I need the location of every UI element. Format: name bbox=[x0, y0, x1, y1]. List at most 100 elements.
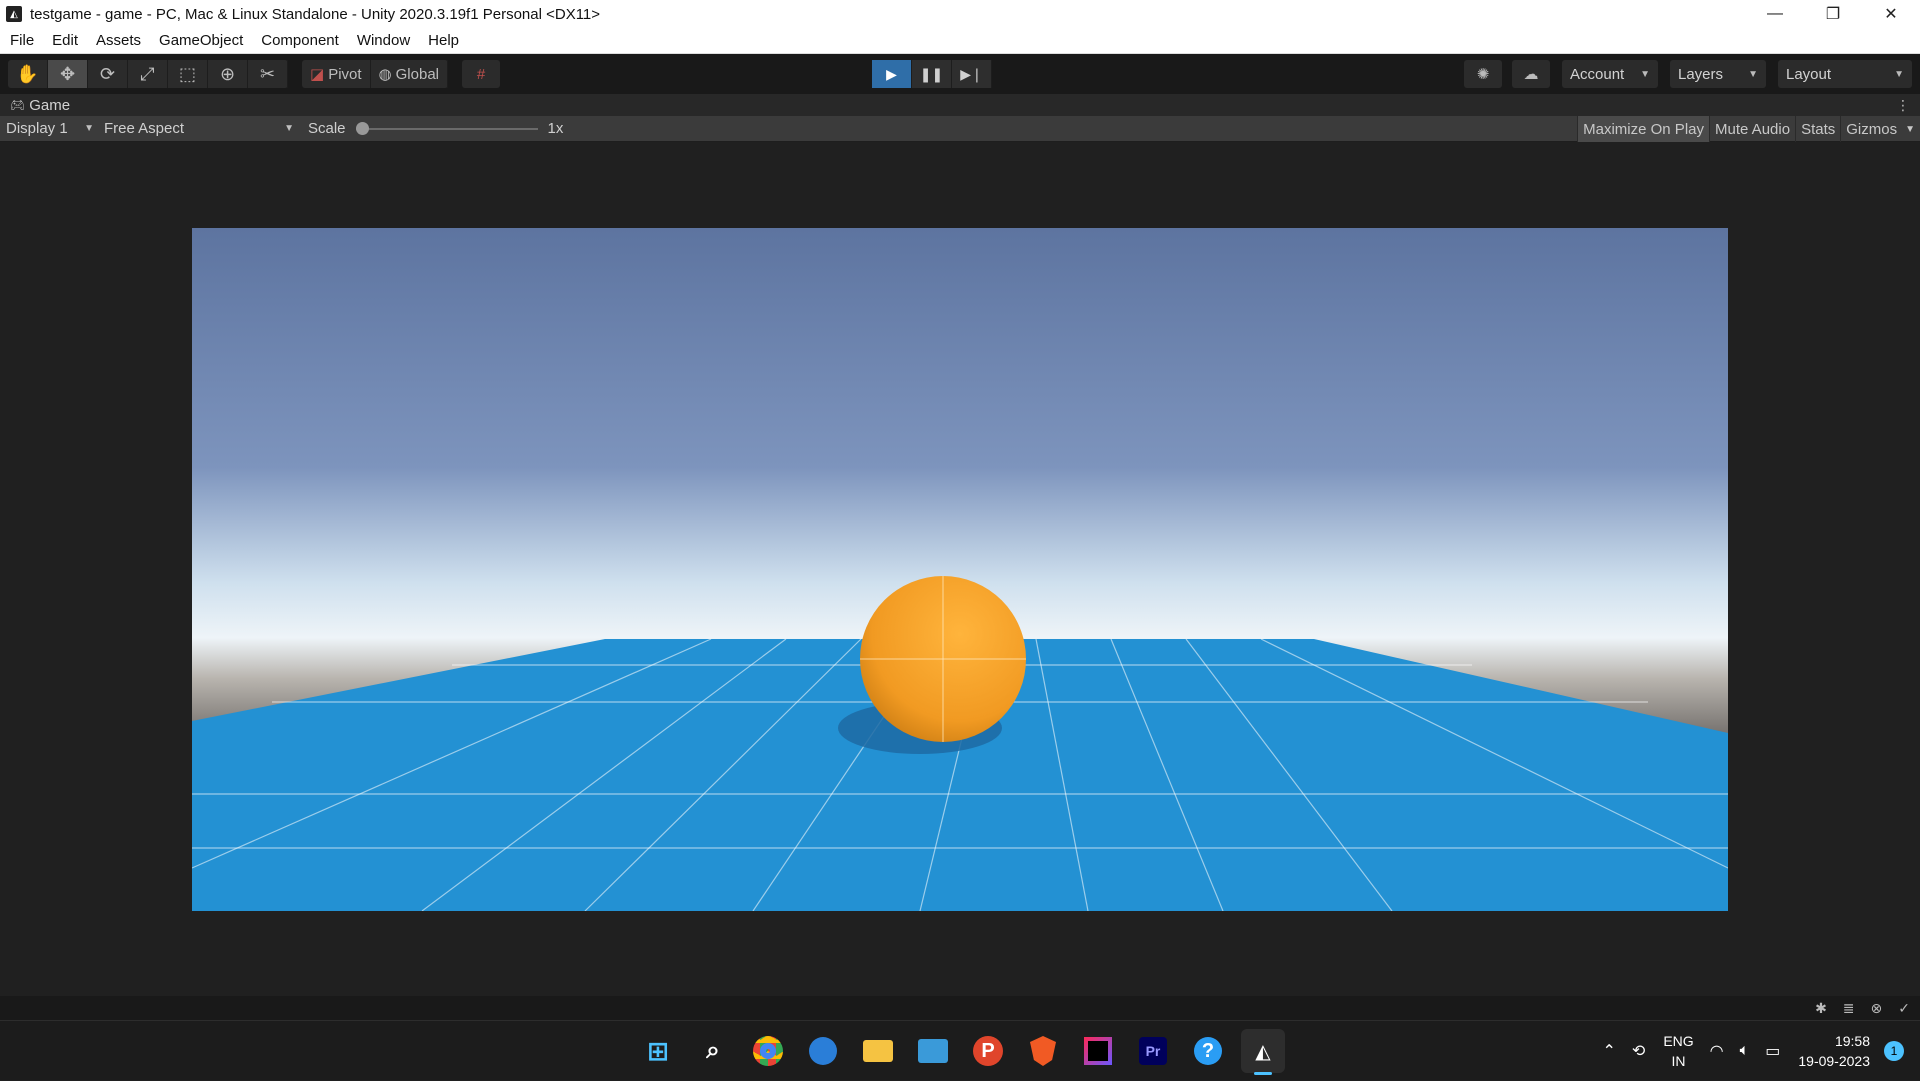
custom-tool-icon[interactable]: ✂ bbox=[248, 60, 288, 88]
scale-control: Scale 1x bbox=[308, 116, 563, 142]
chevron-down-icon: ▼ bbox=[1748, 68, 1758, 80]
play-controls: ▶ ❚❚ ▶❘ bbox=[872, 60, 992, 88]
layers-stack-icon[interactable]: ≣ bbox=[1843, 1000, 1855, 1017]
wifi-icon[interactable]: ◠ bbox=[1710, 1041, 1724, 1061]
menu-bar: File Edit Assets GameObject Component Wi… bbox=[0, 28, 1920, 54]
menu-window[interactable]: Window bbox=[357, 32, 410, 49]
window-title-bar: ◭ testgame - game - PC, Mac & Linux Stan… bbox=[0, 0, 1920, 28]
windows-start-icon[interactable]: ⊞ bbox=[636, 1029, 680, 1073]
menu-file[interactable]: File bbox=[10, 32, 34, 49]
layers-label: Layers bbox=[1678, 65, 1724, 83]
unity-app-icon: ◭ bbox=[6, 6, 22, 22]
gizmos-toggle[interactable]: Gizmos ▼ bbox=[1840, 116, 1920, 142]
chevron-down-icon: ▼ bbox=[1640, 68, 1650, 80]
menu-gameobject[interactable]: GameObject bbox=[159, 32, 243, 49]
transform-tool-icon[interactable]: ⊕ bbox=[208, 60, 248, 88]
cloud-icon[interactable]: ☁ bbox=[1512, 60, 1550, 88]
game-scene bbox=[192, 228, 1728, 911]
display-dropdown[interactable]: Display 1 ▼ bbox=[0, 116, 98, 142]
maximize-on-play-toggle[interactable]: Maximize On Play bbox=[1577, 116, 1709, 142]
menu-edit[interactable]: Edit bbox=[52, 32, 78, 49]
scale-label: Scale bbox=[308, 120, 346, 137]
lang-line2: IN bbox=[1671, 1053, 1686, 1069]
scale-slider-knob[interactable] bbox=[355, 121, 369, 135]
tab-game-label: Game bbox=[29, 96, 71, 114]
gizmos-label: Gizmos bbox=[1846, 120, 1898, 138]
chrome-icon[interactable] bbox=[746, 1029, 790, 1073]
sync-icon[interactable]: ⟲ bbox=[1632, 1041, 1645, 1061]
aspect-label: Free Aspect bbox=[104, 120, 185, 137]
hand-tool-icon[interactable]: ✋ bbox=[8, 60, 48, 88]
tab-game[interactable]: 🎮︎ Game bbox=[0, 97, 70, 114]
toolbar-right-controls: ✺ ☁ Account ▼ Layers ▼ Layout ▼ bbox=[1454, 60, 1912, 88]
play-icon[interactable]: ▶ bbox=[872, 60, 912, 88]
keyboard-app-icon[interactable] bbox=[911, 1029, 955, 1073]
step-icon[interactable]: ▶❘ bbox=[952, 60, 992, 88]
close-icon[interactable]: ✕ bbox=[1862, 0, 1920, 28]
unity-icon[interactable]: ◭ bbox=[1241, 1029, 1285, 1075]
scale-slider[interactable] bbox=[355, 121, 538, 135]
pivot-button[interactable]: ◪ Pivot bbox=[302, 60, 371, 88]
menu-assets[interactable]: Assets bbox=[96, 32, 141, 49]
move-tool-icon[interactable]: ✥ bbox=[48, 60, 88, 88]
network-icon[interactable]: ⊗ bbox=[1871, 1000, 1883, 1017]
system-tray: ⌃ ⟲ ENG IN ◠ 🔈︎ ▭ 19:58 19-09-2023 1 bbox=[1587, 1021, 1904, 1081]
window-title: testgame - game - PC, Mac & Linux Standa… bbox=[30, 5, 601, 23]
minimize-icon[interactable]: — bbox=[1746, 0, 1804, 28]
globe-icon: ◍ bbox=[378, 66, 392, 83]
game-render[interactable] bbox=[192, 228, 1728, 911]
layers-dropdown[interactable]: Layers ▼ bbox=[1670, 60, 1766, 88]
file-explorer-icon[interactable] bbox=[856, 1029, 900, 1073]
kebab-menu-icon[interactable]: ⋮ bbox=[1896, 94, 1910, 116]
rotate-tool-icon[interactable]: ⟳ bbox=[88, 60, 128, 88]
window-controls: — ❐ ✕ bbox=[1746, 0, 1920, 28]
check-icon[interactable]: ✓ bbox=[1898, 1000, 1910, 1017]
menu-component[interactable]: Component bbox=[261, 32, 339, 49]
restore-icon[interactable]: ❐ bbox=[1804, 0, 1862, 28]
chevron-up-icon[interactable]: ⌃ bbox=[1603, 1041, 1616, 1061]
battery-icon[interactable]: ▭ bbox=[1765, 1041, 1780, 1061]
brave-icon[interactable] bbox=[1021, 1029, 1065, 1073]
scale-tool-icon[interactable]: ⤢ bbox=[128, 60, 168, 88]
game-tab-bar: 🎮︎ Game ⋮ bbox=[0, 94, 1920, 116]
pause-icon[interactable]: ❚❚ bbox=[912, 60, 952, 88]
mute-audio-toggle[interactable]: Mute Audio bbox=[1709, 116, 1795, 142]
chevron-down-icon: ▼ bbox=[1905, 123, 1915, 135]
pivot-icon: ◪ bbox=[310, 66, 325, 83]
aspect-dropdown[interactable]: Free Aspect ▼ bbox=[98, 116, 298, 142]
help-app-icon[interactable]: ? bbox=[1186, 1029, 1230, 1073]
clock-time: 19:58 bbox=[1834, 1033, 1870, 1049]
layout-dropdown[interactable]: Layout ▼ bbox=[1778, 60, 1912, 88]
rect-tool-icon[interactable]: ⬚ bbox=[168, 60, 208, 88]
windows-taskbar: ⊞ ⌕ P Pr ? ◭ ⌃ ⟲ ENG IN ◠ 🔈︎ ▭ 19:58 19-… bbox=[0, 1020, 1920, 1080]
edge-dev-icon[interactable] bbox=[801, 1029, 845, 1073]
game-view-options: Maximize On Play Mute Audio Stats Gizmos… bbox=[1577, 116, 1920, 142]
grid-snap-icon[interactable]: # bbox=[462, 60, 500, 88]
bug-icon[interactable]: ✱ bbox=[1815, 1000, 1827, 1017]
premiere-pro-icon[interactable]: Pr bbox=[1131, 1029, 1175, 1073]
clock[interactable]: 19:58 19-09-2023 bbox=[1798, 1031, 1870, 1071]
collab-icon[interactable]: ✺ bbox=[1464, 60, 1502, 88]
pocket-app-icon[interactable]: P bbox=[966, 1029, 1010, 1073]
account-label: Account bbox=[1570, 65, 1625, 83]
menu-help[interactable]: Help bbox=[428, 32, 459, 49]
pivot-label: Pivot bbox=[328, 65, 362, 83]
scale-value: 1x bbox=[547, 120, 564, 137]
global-button[interactable]: ◍ Global bbox=[371, 60, 448, 88]
transform-tools: ✋ ✥ ⟳ ⤢ ⬚ ⊕ ✂ bbox=[8, 60, 288, 88]
jetbrains-icon[interactable] bbox=[1076, 1029, 1120, 1073]
pivot-global-group: ◪ Pivot ◍ Global bbox=[302, 60, 448, 88]
search-icon[interactable]: ⌕ bbox=[691, 1029, 735, 1073]
chevron-down-icon: ▼ bbox=[1894, 68, 1904, 80]
account-dropdown[interactable]: Account ▼ bbox=[1562, 60, 1658, 88]
display-label: Display 1 bbox=[6, 120, 68, 137]
lang-line1: ENG bbox=[1663, 1033, 1694, 1049]
language-indicator[interactable]: ENG IN bbox=[1663, 1031, 1693, 1071]
notification-badge[interactable]: 1 bbox=[1884, 1041, 1904, 1061]
game-view-toolbar: Display 1 ▼ Free Aspect ▼ Scale 1x Maximiz… bbox=[0, 116, 1920, 142]
volume-icon[interactable]: 🔈︎ bbox=[1740, 1042, 1750, 1060]
global-label: Global bbox=[395, 65, 439, 83]
clock-date: 19-09-2023 bbox=[1798, 1053, 1870, 1069]
stats-toggle[interactable]: Stats bbox=[1795, 116, 1840, 142]
layout-label: Layout bbox=[1786, 65, 1832, 83]
